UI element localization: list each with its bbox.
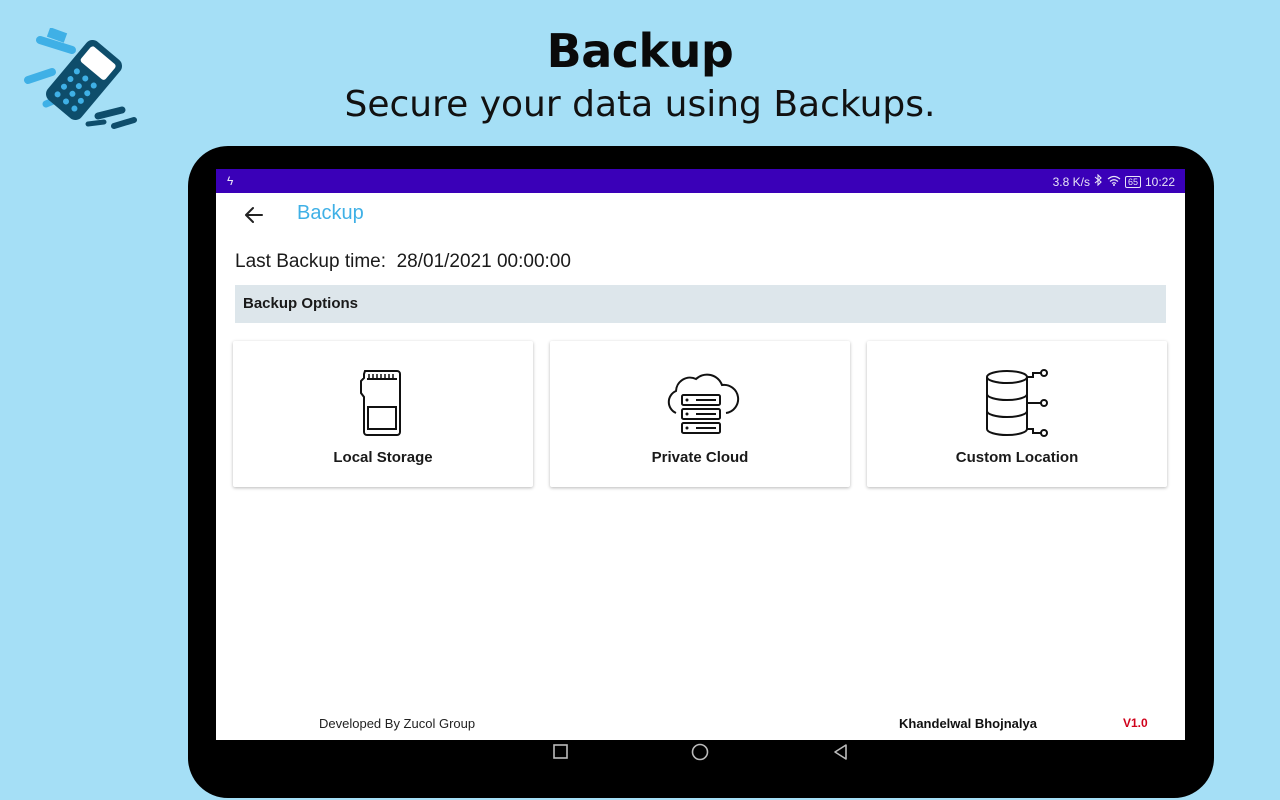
- custom-location-option[interactable]: Custom Location: [867, 341, 1167, 487]
- square-recents-icon[interactable]: [548, 742, 572, 762]
- version-label: V1.0: [1123, 716, 1148, 730]
- app-bar: Backup: [216, 193, 1185, 237]
- last-backup-value: 28/01/2021 00:00:00: [396, 251, 571, 272]
- business-name: Khandelwal Bhojnalya: [899, 716, 1037, 731]
- local-storage-option[interactable]: Local Storage: [233, 341, 533, 487]
- developer-credit: Developed By Zucol Group: [319, 716, 476, 731]
- circle-home-icon[interactable]: [688, 742, 712, 762]
- database-icon: [986, 369, 1048, 437]
- private-cloud-option[interactable]: Private Cloud: [550, 341, 850, 487]
- last-backup-row: Last Backup time: 28/01/2021 00:00:00: [235, 251, 571, 273]
- device-screen: ϟ 3.8 K/s 65 10:22 Backup Last Backup ti…: [216, 169, 1185, 764]
- status-bar: ϟ 3.8 K/s 65 10:22: [216, 169, 1185, 193]
- promo-title: Backup: [546, 24, 734, 78]
- section-header: Backup Options: [235, 285, 1166, 323]
- navigation-bar: [216, 740, 1185, 764]
- sd-card-icon: [360, 370, 401, 436]
- battery-icon: 65: [1124, 175, 1141, 188]
- wifi-icon: [1107, 175, 1121, 189]
- notification-icon: ϟ: [227, 174, 234, 188]
- network-speed: 3.8 K/s: [1052, 174, 1090, 189]
- last-backup-label: Last Backup time:: [235, 251, 387, 272]
- cloud-server-icon: [667, 373, 740, 434]
- private-cloud-label: Private Cloud: [651, 449, 749, 466]
- local-storage-label: Local Storage: [333, 449, 433, 466]
- promo-subtitle: Secure your data using Backups.: [344, 84, 936, 125]
- triangle-back-icon[interactable]: [829, 742, 853, 762]
- arrow-left-icon[interactable]: [238, 201, 268, 229]
- custom-location-label: Custom Location: [955, 449, 1079, 466]
- bluetooth-icon: [1094, 173, 1103, 189]
- section-header-label: Backup Options: [243, 295, 359, 312]
- clock: 10:22: [1144, 174, 1175, 189]
- app-title: Backup: [297, 202, 364, 224]
